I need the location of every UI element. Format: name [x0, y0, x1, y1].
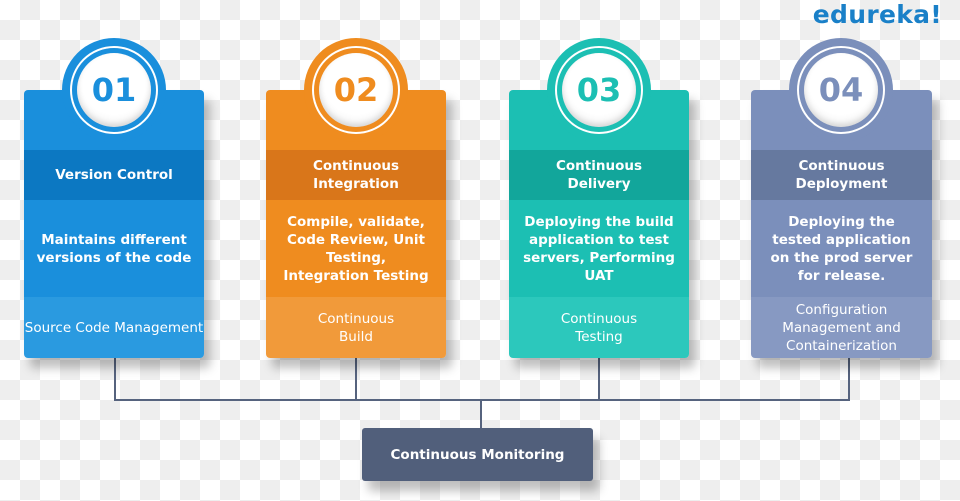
- stage-footer: Continuous Testing: [509, 297, 689, 358]
- connector-vertical-2: [355, 358, 357, 401]
- stage-description: Deploying the build application to test …: [509, 200, 689, 297]
- continuous-monitoring-box: Continuous Monitoring: [362, 428, 593, 481]
- stage-number-badge: 04: [789, 38, 893, 142]
- stage-number: 02: [319, 53, 393, 127]
- stage-card-version-control: 01 Version Control Maintains different v…: [24, 38, 204, 358]
- stage-card-continuous-delivery: 03 Continuous Delivery Deploying the bui…: [509, 38, 689, 358]
- stage-title: Continuous Delivery: [509, 150, 689, 200]
- stage-number-badge: 01: [62, 38, 166, 142]
- connector-vertical-1: [114, 358, 116, 401]
- stage-card-continuous-deployment: 04 Continuous Deployment Deploying the t…: [751, 38, 932, 358]
- stage-description: Deploying the tested application on the …: [751, 200, 932, 297]
- stage-number-badge: 02: [304, 38, 408, 142]
- connector-to-monitoring: [480, 399, 482, 428]
- connector-vertical-4: [848, 358, 850, 401]
- connector-vertical-3: [598, 358, 600, 401]
- stage-description: Compile, validate, Code Review, Unit Tes…: [266, 200, 446, 297]
- stage-card-continuous-integration: 02 Continuous Integration Compile, valid…: [266, 38, 446, 358]
- stage-number: 03: [562, 53, 636, 127]
- edureka-logo: edureka!: [812, 0, 942, 29]
- stage-number: 04: [804, 53, 878, 127]
- stage-footer: Continuous Build: [266, 297, 446, 358]
- connector-horizontal: [114, 399, 850, 401]
- stage-footer: Source Code Management: [24, 297, 204, 358]
- stage-number: 01: [77, 53, 151, 127]
- stage-description: Maintains different versions of the code: [24, 200, 204, 297]
- stage-title: Continuous Deployment: [751, 150, 932, 200]
- stage-number-badge: 03: [547, 38, 651, 142]
- stage-title: Version Control: [24, 150, 204, 200]
- stage-footer: Configuration Management and Containeriz…: [751, 297, 932, 358]
- stage-title: Continuous Integration: [266, 150, 446, 200]
